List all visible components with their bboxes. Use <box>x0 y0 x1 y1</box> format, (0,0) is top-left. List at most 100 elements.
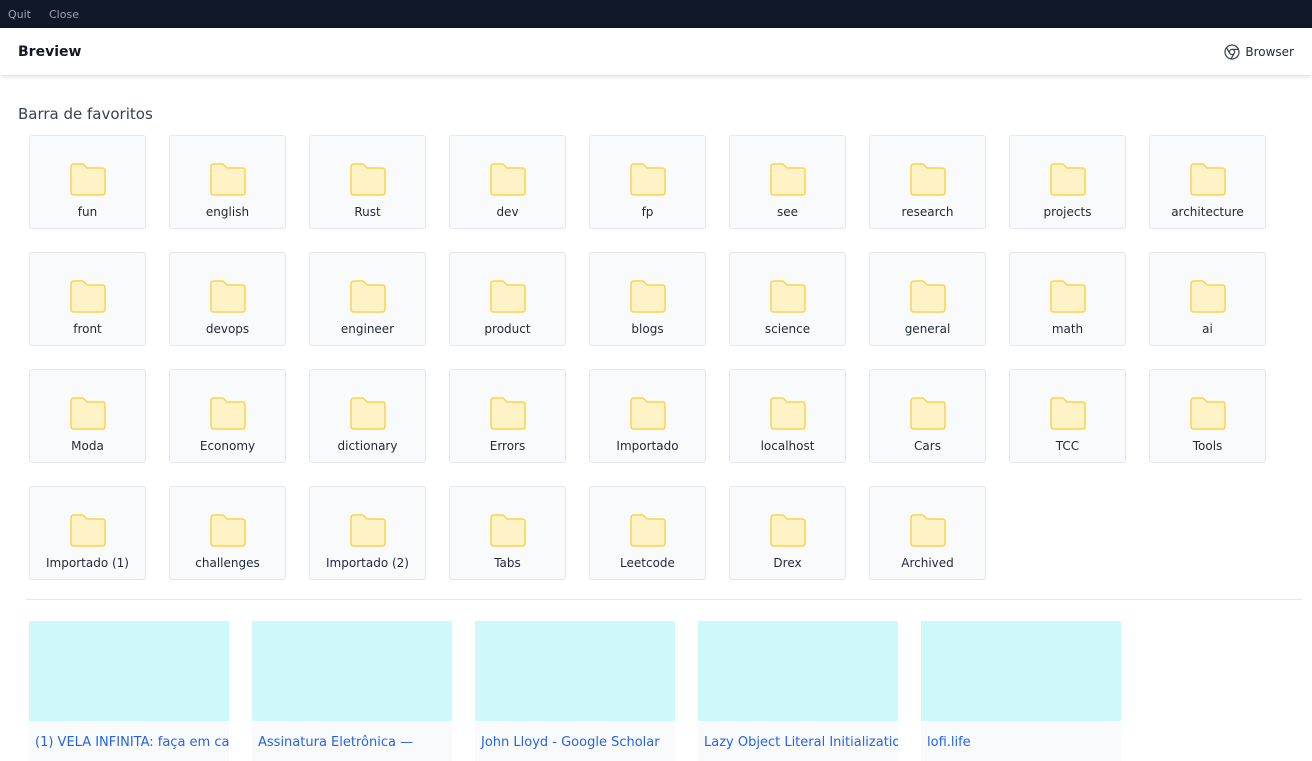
folder-tile[interactable]: Importado (2) <box>309 486 426 580</box>
close-menu-item[interactable]: Close <box>49 8 79 21</box>
folder-label: dev <box>496 205 519 219</box>
folder-icon <box>69 514 106 547</box>
folder-icon <box>769 280 806 313</box>
folder-tile[interactable]: Rust <box>309 135 426 229</box>
link-title[interactable]: (1) VELA INFINITA: faça em casa <box>29 721 229 750</box>
folder-icon <box>489 514 526 547</box>
folder-tile[interactable]: ai <box>1149 252 1266 346</box>
folder-tile[interactable]: blogs <box>589 252 706 346</box>
folder-tile[interactable]: research <box>869 135 986 229</box>
folder-tile[interactable]: devops <box>169 252 286 346</box>
folder-icon <box>1049 397 1086 430</box>
folder-tile[interactable]: challenges <box>169 486 286 580</box>
browser-button-label: Browser <box>1245 44 1294 59</box>
link-cards: (1) VELA INFINITA: faça em casa Assinatur… <box>29 621 1121 761</box>
folder-label: dictionary <box>337 439 398 453</box>
link-thumbnail <box>698 621 898 721</box>
folder-icon <box>629 397 666 430</box>
folder-tile[interactable]: Tabs <box>449 486 566 580</box>
folder-label: research <box>901 205 954 219</box>
folder-tile[interactable]: Drex <box>729 486 846 580</box>
folder-tile[interactable]: Leetcode <box>589 486 706 580</box>
folder-label: Importado (2) <box>326 556 409 570</box>
folder-tile[interactable]: product <box>449 252 566 346</box>
folder-label: architecture <box>1171 205 1244 219</box>
folder-label: see <box>776 205 799 219</box>
folder-icon <box>629 163 666 196</box>
folder-tile[interactable]: Importado (1) <box>29 486 146 580</box>
folder-tile[interactable]: architecture <box>1149 135 1266 229</box>
folder-label: Drex <box>773 556 802 570</box>
folder-label: Tools <box>1192 439 1223 453</box>
folder-label: fp <box>641 205 654 219</box>
link-title[interactable]: Assinatura Eletrônica — <box>252 721 452 750</box>
folder-icon <box>489 397 526 430</box>
folder-label: ai <box>1202 322 1213 336</box>
folder-label: engineer <box>340 322 395 336</box>
folder-tile[interactable]: dev <box>449 135 566 229</box>
folder-tile[interactable]: Tools <box>1149 369 1266 463</box>
folder-tile[interactable]: see <box>729 135 846 229</box>
folder-tile[interactable]: projects <box>1009 135 1126 229</box>
folder-icon <box>909 280 946 313</box>
folder-label: Moda <box>71 439 104 453</box>
link-thumbnail <box>252 621 452 721</box>
folder-label: Importado <box>616 439 679 453</box>
folder-tile[interactable]: Importado <box>589 369 706 463</box>
folder-icon <box>1189 163 1226 196</box>
folder-icon <box>1189 280 1226 313</box>
folder-icon <box>349 280 386 313</box>
folder-label: devops <box>205 322 250 336</box>
folder-icon <box>349 514 386 547</box>
folder-tile[interactable]: english <box>169 135 286 229</box>
folder-tile[interactable]: Errors <box>449 369 566 463</box>
folder-tile[interactable]: front <box>29 252 146 346</box>
folder-tile[interactable]: Economy <box>169 369 286 463</box>
folder-icon <box>1189 397 1226 430</box>
folder-label: general <box>904 322 951 336</box>
folder-icon <box>69 163 106 196</box>
folder-tile[interactable]: fun <box>29 135 146 229</box>
folder-tile[interactable]: dictionary <box>309 369 426 463</box>
link-card[interactable]: Lazy Object Literal Initialization <box>698 621 898 761</box>
folder-icon <box>209 163 246 196</box>
quit-menu-item[interactable]: Quit <box>8 8 31 21</box>
link-card[interactable]: (1) VELA INFINITA: faça em casa <box>29 621 229 761</box>
link-card[interactable]: Assinatura Eletrônica — <box>252 621 452 761</box>
folder-label: Leetcode <box>620 556 675 570</box>
link-card[interactable]: lofi.life <box>921 621 1121 761</box>
link-title[interactable]: Lazy Object Literal Initialization <box>698 721 898 750</box>
folder-tile[interactable]: general <box>869 252 986 346</box>
folder-label: math <box>1051 322 1084 336</box>
folder-tile[interactable]: science <box>729 252 846 346</box>
folder-tile[interactable]: fp <box>589 135 706 229</box>
folder-icon <box>909 514 946 547</box>
folder-tile[interactable]: Moda <box>29 369 146 463</box>
folder-icon <box>769 163 806 196</box>
link-title[interactable]: lofi.life <box>921 721 1121 750</box>
link-card[interactable]: John Lloyd - Google Scholar <box>475 621 675 761</box>
chrome-icon <box>1224 43 1240 60</box>
folder-label: challenges <box>195 556 260 570</box>
folder-label: fun <box>77 205 98 219</box>
folder-tile[interactable]: engineer <box>309 252 426 346</box>
folder-label: front <box>73 322 102 336</box>
folder-label: Archived <box>901 556 954 570</box>
folder-tile[interactable]: localhost <box>729 369 846 463</box>
folder-icon <box>769 397 806 430</box>
folder-tile[interactable]: TCC <box>1009 369 1126 463</box>
link-title[interactable]: John Lloyd - Google Scholar <box>475 721 675 750</box>
folder-icon <box>489 280 526 313</box>
folder-tile[interactable]: Cars <box>869 369 986 463</box>
folder-icon <box>769 514 806 547</box>
link-thumbnail <box>475 621 675 721</box>
browser-button[interactable]: Browser <box>1224 43 1294 60</box>
folder-tile[interactable]: math <box>1009 252 1126 346</box>
folder-tile[interactable]: Archived <box>869 486 986 580</box>
folder-icon <box>209 397 246 430</box>
folder-grid: fun english Rust dev fp see research projects ar… <box>29 135 1266 580</box>
folder-label: localhost <box>760 439 815 453</box>
folder-label: science <box>764 322 811 336</box>
folder-label: projects <box>1043 205 1092 219</box>
folder-icon <box>1049 280 1086 313</box>
